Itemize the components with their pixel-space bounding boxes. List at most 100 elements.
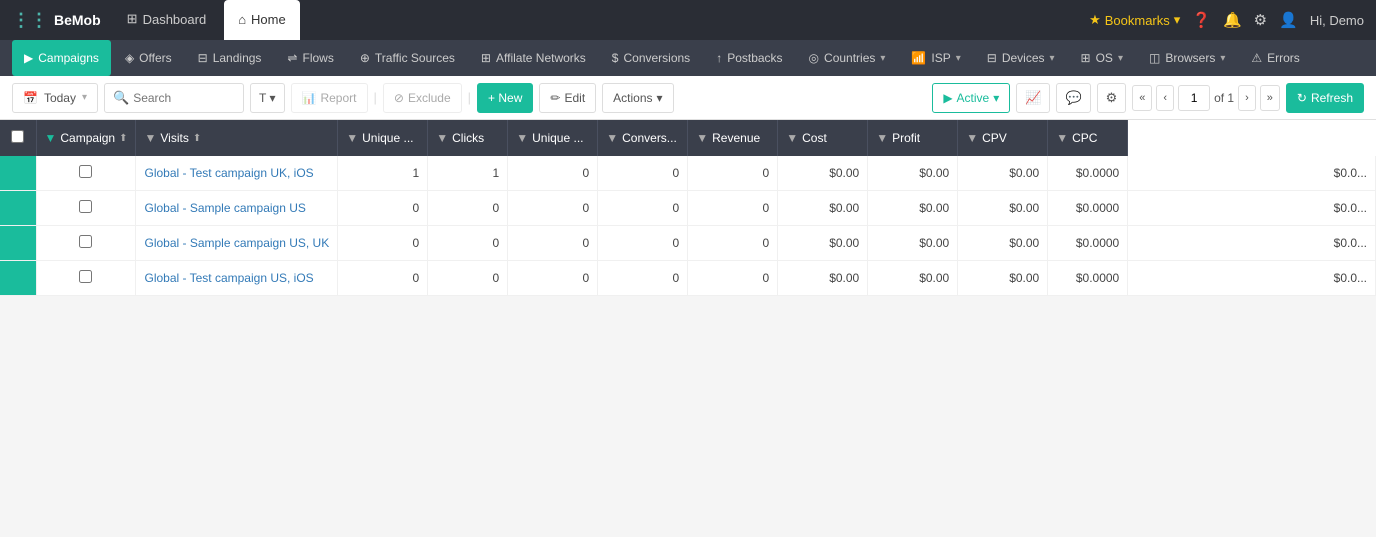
row-checkbox-1[interactable] <box>79 200 92 213</box>
select-all-checkbox[interactable] <box>11 130 24 143</box>
visits-2: 0 <box>338 226 428 261</box>
visits-0: 1 <box>338 156 428 191</box>
cpc-column-header[interactable]: ▼ CPC <box>1048 120 1128 156</box>
report-label: Report <box>320 91 356 105</box>
nav-item-offers[interactable]: ◈ Offers <box>113 40 184 76</box>
cpc-2: $0.0... <box>1128 226 1376 261</box>
profit-1: $0.00 <box>958 191 1048 226</box>
nav-item-devices[interactable]: ⊟ Devices ▾ <box>975 40 1067 76</box>
postbacks-label: Postbacks <box>727 51 782 65</box>
os-label: OS <box>1096 51 1113 65</box>
cost-2: $0.00 <box>868 226 958 261</box>
conversions-filter-icon: ▼ <box>606 131 618 145</box>
edit-button[interactable]: ✏ Edit <box>539 83 596 113</box>
notifications-button[interactable]: 🔔 <box>1223 11 1242 29</box>
nav-tab-dashboard[interactable]: ⊞ Dashboard <box>113 0 221 40</box>
revenue-2: $0.00 <box>778 226 868 261</box>
nav-item-conversions[interactable]: $ Conversions <box>600 40 702 76</box>
unique1-column-header[interactable]: ▼ Unique ... <box>338 120 428 156</box>
user-label: Hi, Demo <box>1310 13 1364 28</box>
first-page-button[interactable]: « <box>1132 85 1152 111</box>
refresh-button[interactable]: ↻ Refresh <box>1286 83 1364 113</box>
settings-button[interactable]: ⚙ <box>1254 11 1267 29</box>
filter-button[interactable]: T ▾ <box>250 83 285 113</box>
row-checkbox-3[interactable] <box>79 270 92 283</box>
unique1-1: 0 <box>428 191 508 226</box>
campaign-name-3[interactable]: Global - Test campaign US, iOS <box>136 261 338 296</box>
visits-3: 0 <box>338 261 428 296</box>
nav-item-os[interactable]: ⊞ OS ▾ <box>1069 40 1135 76</box>
unique2-column-header[interactable]: ▼ Unique ... <box>508 120 598 156</box>
visits-sort-icon: ⬆ <box>193 133 201 144</box>
exclude-label: Exclude <box>408 91 451 105</box>
devices-icon: ⊟ <box>987 51 997 65</box>
new-button[interactable]: + New <box>477 83 533 113</box>
isp-chevron-icon: ▾ <box>956 53 961 64</box>
nav-item-browsers[interactable]: ◫ Browsers ▾ <box>1137 40 1237 76</box>
errors-icon: ⚠ <box>1251 51 1262 65</box>
nav-item-campaigns[interactable]: ▶ Campaigns <box>12 40 111 76</box>
nav-item-flows[interactable]: ⇌ Flows <box>275 40 345 76</box>
date-picker[interactable]: 📅 Today ▾ <box>12 83 98 113</box>
clicks-1: 0 <box>508 191 598 226</box>
cpv-column-header[interactable]: ▼ CPV <box>958 120 1048 156</box>
nav-item-affiliate-networks[interactable]: ⊞ Affilate Networks <box>469 40 598 76</box>
clicks-column-header[interactable]: ▼ Clicks <box>428 120 508 156</box>
date-label: Today <box>44 91 76 105</box>
prev-page-button[interactable]: ‹ <box>1156 85 1174 111</box>
browsers-label: Browsers <box>1165 51 1215 65</box>
revenue-0: $0.00 <box>778 156 868 191</box>
browsers-chevron-icon: ▾ <box>1220 53 1225 64</box>
logo-icon: ⋮⋮ <box>12 10 48 31</box>
actions-button[interactable]: Actions ▾ <box>602 83 673 113</box>
campaign-name-2[interactable]: Global - Sample campaign US, UK <box>136 226 338 261</box>
next-page-button[interactable]: › <box>1238 85 1256 111</box>
nav-item-countries[interactable]: ◎ Countries ▾ <box>797 40 898 76</box>
search-input[interactable] <box>133 91 233 105</box>
bookmarks-button[interactable]: ★ Bookmarks ▾ <box>1089 12 1180 28</box>
nav-right-section: ★ Bookmarks ▾ ❓ 🔔 ⚙ 👤 Hi, Demo <box>1089 11 1364 29</box>
nav-item-isp[interactable]: 📶 ISP ▾ <box>899 40 972 76</box>
campaign-name-1[interactable]: Global - Sample campaign US <box>136 191 338 226</box>
profit-column-header[interactable]: ▼ Profit <box>868 120 958 156</box>
exclude-button[interactable]: ⊘ Exclude <box>383 83 462 113</box>
row-checkbox-2[interactable] <box>79 235 92 248</box>
errors-label: Errors <box>1267 51 1300 65</box>
browsers-icon: ◫ <box>1149 51 1160 65</box>
profit-2: $0.00 <box>958 226 1048 261</box>
dashboard-icon: ⊞ <box>127 11 138 27</box>
row-checkbox-0[interactable] <box>79 165 92 178</box>
conversions-column-header[interactable]: ▼ Convers... <box>598 120 688 156</box>
chart-button[interactable]: 📈 <box>1016 83 1050 113</box>
unique1-2: 0 <box>428 226 508 261</box>
select-all-header[interactable] <box>0 120 36 156</box>
visits-column-header[interactable]: ▼ Visits ⬆ <box>136 120 338 156</box>
nav-item-traffic-sources[interactable]: ⊕ Traffic Sources <box>348 40 467 76</box>
nav-item-postbacks[interactable]: ↑ Postbacks <box>704 40 794 76</box>
nav-tab-home[interactable]: ⌂ Home <box>224 0 300 40</box>
nav-item-landings[interactable]: ⊟ Landings <box>186 40 274 76</box>
row-indicator-2 <box>0 226 36 261</box>
comment-button[interactable]: 💬 <box>1056 83 1090 113</box>
row-checkbox-cell-2 <box>36 226 136 261</box>
table-settings-button[interactable]: ⚙ <box>1097 83 1127 113</box>
cost-column-header[interactable]: ▼ Cost <box>778 120 868 156</box>
report-button[interactable]: 📊 Report <box>291 83 368 113</box>
search-box[interactable]: 🔍 <box>104 83 244 113</box>
postbacks-icon: ↑ <box>716 51 722 65</box>
campaign-column-header[interactable]: ▼ Campaign ⬆ <box>36 120 136 156</box>
revenue-column-header[interactable]: ▼ Revenue <box>688 120 778 156</box>
conversions-2: 0 <box>688 226 778 261</box>
refresh-label: Refresh <box>1311 91 1353 105</box>
help-button[interactable]: ❓ <box>1192 11 1211 29</box>
page-input[interactable] <box>1178 85 1210 111</box>
unique2-2: 0 <box>598 226 688 261</box>
logo[interactable]: ⋮⋮ BeMob <box>12 10 101 31</box>
user-button[interactable]: 👤 <box>1279 11 1298 29</box>
active-filter-button[interactable]: ▶ Active ▾ <box>932 83 1010 113</box>
campaign-name-0[interactable]: Global - Test campaign UK, iOS <box>136 156 338 191</box>
landings-icon: ⊟ <box>198 51 208 65</box>
nav-item-errors[interactable]: ⚠ Errors <box>1239 40 1311 76</box>
cost-header-label: Cost <box>802 131 827 145</box>
last-page-button[interactable]: » <box>1260 85 1280 111</box>
